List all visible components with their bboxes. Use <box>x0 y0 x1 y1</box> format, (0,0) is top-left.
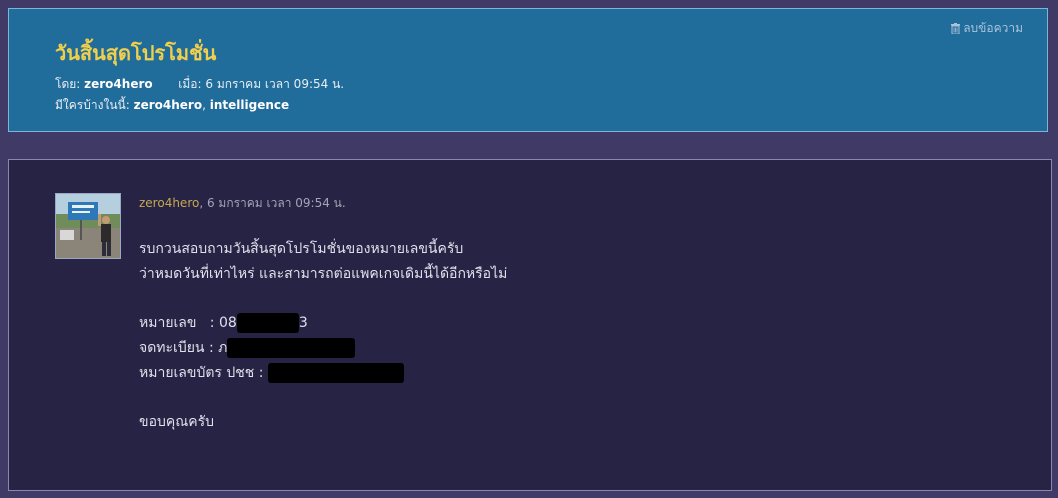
when-label: เมื่อ: <box>178 77 202 91</box>
redacted-block <box>227 338 356 358</box>
trash-icon <box>951 23 961 34</box>
phone-number-label: หมายเลข : <box>139 315 219 331</box>
post-body: รบกวนสอบถามวันสิ้นสุดโปรโมชั่นของหมายเลข… <box>139 237 1019 435</box>
conversation-header: วันสิ้นสุดโปรโมชั่น โดย: zero4hero เมื่อ… <box>8 8 1048 132</box>
redacted-block <box>236 313 299 333</box>
avatar-photo <box>56 194 120 258</box>
post-author-link[interactable]: zero4hero <box>139 196 199 210</box>
participants-row: มีใครบ้างในนี้: zero4hero, intelligence <box>55 96 289 115</box>
avatar[interactable] <box>55 193 121 259</box>
post-timestamp: , 6 มกราคม เวลา 09:54 น. <box>199 196 346 210</box>
phone-number-row: หมายเลข : 08 3 <box>139 311 1019 336</box>
registered-name-visible: ภ <box>218 340 228 356</box>
participant-link-2[interactable]: intelligence <box>210 98 289 112</box>
message-post: zero4hero, 6 มกราคม เวลา 09:54 น. รบกวนส… <box>8 159 1052 491</box>
author-link[interactable]: zero4hero <box>84 77 152 91</box>
phone-number-tail: 3 <box>298 315 308 331</box>
participant-link-1[interactable]: zero4hero <box>134 98 202 112</box>
conversation-meta: โดย: zero4hero เมื่อ: 6 มกราคม เวลา 09:5… <box>55 75 344 94</box>
phone-number-visible: 08 <box>218 315 237 331</box>
conversation-title: วันสิ้นสุดโปรโมชั่น <box>55 41 217 65</box>
id-card-label: หมายเลขบัตร ปชช : <box>139 365 268 381</box>
delete-message-label: ลบข้อความ <box>963 21 1023 35</box>
participants-label: มีใครบ้างในนี้: <box>55 98 130 112</box>
delete-message-button[interactable]: ลบข้อความ <box>951 19 1023 38</box>
registered-name-row: จดทะเบียน : ภ <box>139 336 1019 361</box>
registered-name-label: จดทะเบียน : <box>139 340 219 356</box>
id-card-row: หมายเลขบัตร ปชช : <box>139 361 1019 386</box>
body-line-1: รบกวนสอบถามวันสิ้นสุดโปรโมชั่นของหมายเลข… <box>139 241 464 257</box>
participant-separator: , <box>202 98 206 112</box>
body-line-2: ว่าหมดวันที่เท่าไหร่ และสามารถต่อแพคเกจเ… <box>139 266 508 282</box>
thanks-line: ขอบคุณครับ <box>139 414 214 430</box>
conversation-date: 6 มกราคม เวลา 09:54 น. <box>205 77 345 91</box>
by-label: โดย: <box>55 77 81 91</box>
post-meta: zero4hero, 6 มกราคม เวลา 09:54 น. <box>139 194 346 213</box>
redacted-block <box>267 363 404 383</box>
